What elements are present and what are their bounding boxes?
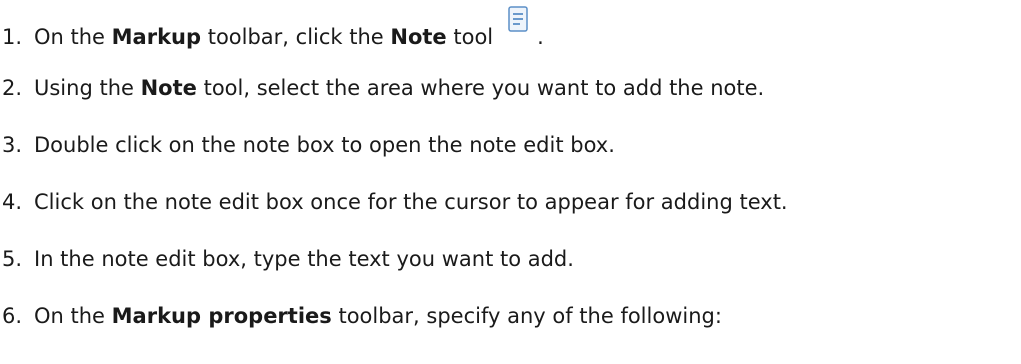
step-text: toolbar, click the (201, 25, 391, 49)
step-number: 2. (2, 76, 23, 100)
step-number: 4. (2, 190, 23, 214)
step-text: Click on the note edit box once for the … (34, 190, 788, 214)
step-5: 5. In the note edit box, type the text yo… (2, 244, 574, 274)
tool-name: Note (140, 76, 197, 100)
step-text: On the (34, 304, 112, 328)
tool-name: Note (390, 25, 447, 49)
step-text: tool (446, 25, 494, 49)
step-text: Double click on the note box to open the… (34, 133, 615, 157)
step-3: 3. Double click on the note box to open t… (2, 130, 615, 160)
step-number: 1. (2, 25, 23, 49)
step-text: Using the (34, 76, 141, 100)
step-text: On the (34, 25, 112, 49)
step-4: 4. Click on the note edit box once for th… (2, 187, 788, 217)
step-number: 3. (2, 133, 23, 157)
toolbar-name: Markup properties (111, 304, 332, 328)
step-number: 6. (2, 304, 23, 328)
step-number: 5. (2, 247, 23, 271)
step-1: 1. On the Markup toolbar, click the Note … (2, 6, 544, 49)
step-text: toolbar, specify any of the following: (331, 304, 722, 328)
instruction-steps: 1. On the Markup toolbar, click the Note … (0, 0, 1021, 364)
step-2: 2. Using the Note tool, select the area w… (2, 73, 764, 103)
toolbar-name: Markup (111, 25, 202, 49)
step-text: . (537, 25, 544, 49)
step-text: tool, select the area where you want to … (196, 76, 765, 100)
step-6: 6. On the Markup properties toolbar, spec… (2, 301, 722, 331)
step-text: In the note edit box, type the text you … (34, 247, 574, 271)
note-tool-icon (503, 4, 533, 34)
